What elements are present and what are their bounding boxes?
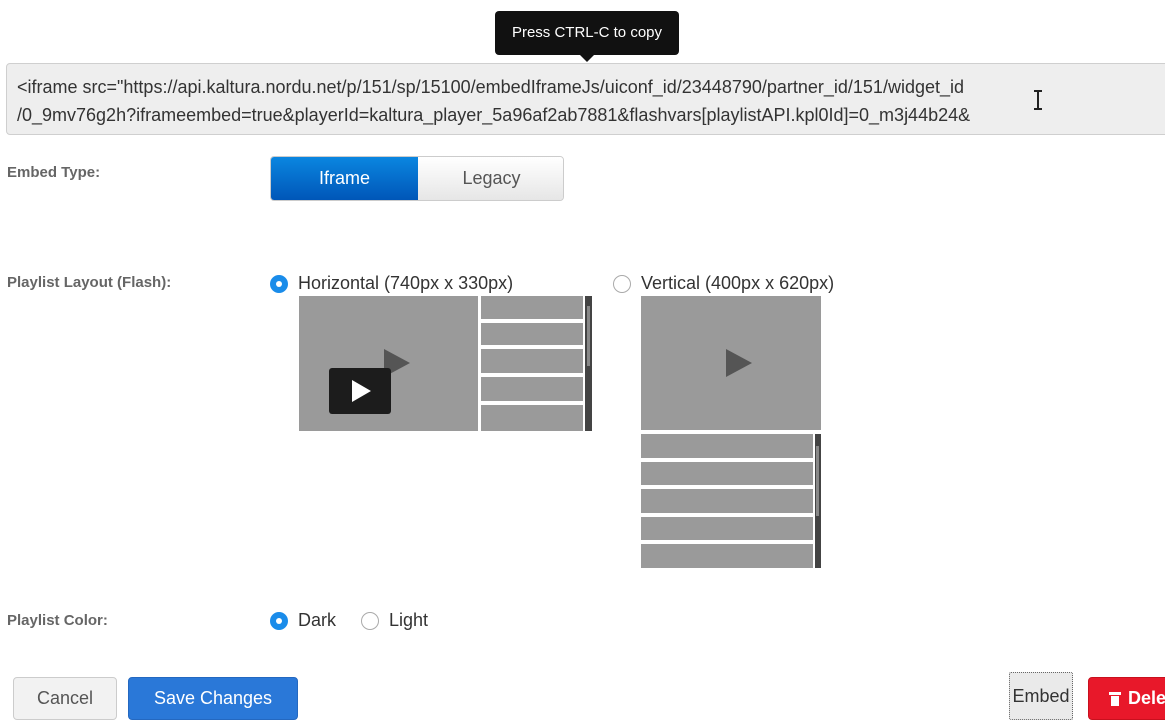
vertical-playlist-item: [641, 517, 813, 540]
layout-horizontal-label: Horizontal (740px x 330px): [298, 273, 514, 293]
color-dark-label: Dark: [298, 610, 337, 630]
cancel-button[interactable]: Cancel: [13, 677, 117, 720]
horizontal-playlist-item: [481, 405, 583, 431]
embed-type-toggle: Iframe Legacy: [270, 156, 564, 201]
copy-tooltip: Press CTRL-C to copy: [495, 11, 679, 62]
trash-icon: [1109, 691, 1121, 706]
color-dark-option[interactable]: Dark: [270, 610, 336, 631]
save-changes-button[interactable]: Save Changes: [128, 677, 298, 720]
vertical-video-area: [641, 296, 821, 430]
vertical-playlist-item: [641, 434, 813, 458]
vertical-playlist-item: [641, 462, 813, 485]
vertical-playlist-item: [641, 489, 813, 513]
embed-type-label: Embed Type:: [7, 164, 101, 181]
horizontal-playlist-item: [481, 377, 583, 401]
layout-vertical-radio[interactable]: [613, 274, 631, 293]
embed-code-line-1: <iframe src="https://api.kaltura.nordu.n…: [17, 77, 964, 97]
text-cursor-icon: [1034, 90, 1042, 110]
layout-horizontal-radio[interactable]: [270, 274, 288, 293]
embed-type-iframe-button[interactable]: Iframe: [271, 157, 418, 200]
delete-button[interactable]: Dele: [1088, 677, 1165, 720]
color-light-label: Light: [389, 610, 429, 630]
layout-vertical-option[interactable]: Vertical (400px x 620px): [613, 273, 834, 294]
playlist-color-label: Playlist Color:: [7, 612, 108, 629]
playlist-layout-label: Playlist Layout (Flash):: [7, 274, 172, 291]
layout-vertical-label: Vertical (400px x 620px): [641, 273, 835, 293]
embed-type-legacy-button[interactable]: Legacy: [418, 157, 563, 200]
vertical-scrollbar: [815, 434, 821, 568]
embed-code-field[interactable]: <iframe src="https://api.kaltura.nordu.n…: [6, 63, 1165, 135]
play-icon: [726, 349, 752, 377]
horizontal-playlist-item: [481, 296, 583, 319]
embed-button[interactable]: Embed: [1009, 672, 1073, 720]
layout-horizontal-option[interactable]: Horizontal (740px x 330px): [270, 273, 513, 294]
color-light-radio[interactable]: [361, 611, 379, 630]
embed-code-line-2: /0_9mv76g2h?iframeembed=true&playerId=ka…: [17, 105, 971, 125]
horizontal-playlist-item: [481, 323, 583, 345]
vertical-playlist-item: [641, 544, 813, 568]
horizontal-scrollbar: [585, 296, 592, 431]
video-play-button[interactable]: [329, 368, 391, 414]
delete-button-label: Dele: [1128, 688, 1165, 708]
horizontal-playlist-item: [481, 349, 583, 373]
color-dark-radio[interactable]: [270, 611, 288, 630]
color-light-option[interactable]: Light: [361, 610, 428, 631]
